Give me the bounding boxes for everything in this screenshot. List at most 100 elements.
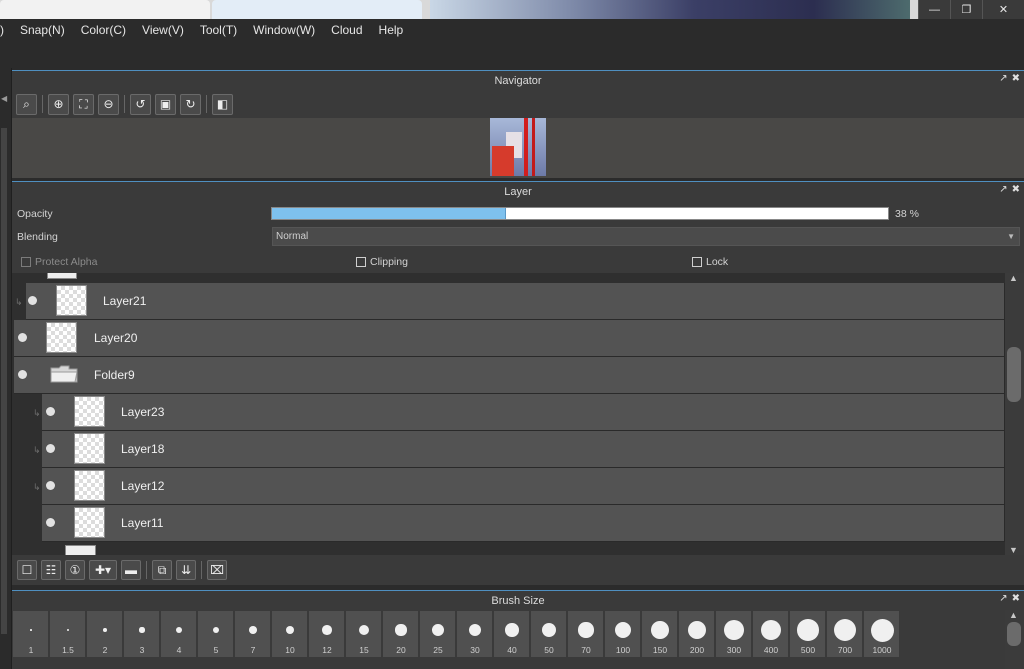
visibility-icon[interactable] [46, 481, 55, 490]
brush-size-label: 25 [433, 645, 443, 655]
layer-row[interactable]: Layer18 [42, 431, 1005, 468]
scroll-thumb[interactable] [1007, 622, 1021, 646]
brush-size-cell[interactable]: 15 [346, 611, 382, 657]
restore-icon[interactable]: ❐ [950, 0, 982, 19]
brush-size-cell[interactable]: 100 [605, 611, 641, 657]
undock-icon[interactable]: ↗ [999, 184, 1007, 195]
lock-label: Lock [706, 256, 729, 268]
brush-size-cell[interactable]: 150 [642, 611, 678, 657]
new-folder-icon[interactable]: ▬ [121, 560, 141, 580]
visibility-icon[interactable] [46, 518, 55, 527]
opacity-slider[interactable] [271, 207, 889, 220]
canvas-thumbnail[interactable] [490, 118, 546, 176]
layer-row[interactable]: Layer23 [42, 394, 1005, 431]
fit-window-icon[interactable]: ⛶ [73, 93, 94, 115]
menu-tool[interactable]: Tool(T) [192, 23, 245, 37]
brush-scrollbar[interactable]: ▲ [1005, 610, 1024, 669]
rotate-right-icon[interactable]: ↻ [180, 93, 201, 115]
scroll-down-icon[interactable]: ▼ [1009, 545, 1018, 555]
brush-size-cell[interactable]: 400 [753, 611, 789, 657]
layer-row[interactable]: Layer12 [42, 468, 1005, 505]
add-layer-menu-icon[interactable]: ✚▾ [89, 560, 117, 580]
brush-size-dot [614, 621, 632, 639]
brush-size-cell[interactable]: 3 [124, 611, 160, 657]
flip-horizontal-icon[interactable]: ◧ [212, 93, 233, 115]
visibility-icon[interactable] [18, 333, 27, 342]
collapse-arrow-icon[interactable]: ◀ [1, 94, 8, 104]
menu-color[interactable]: Color(C) [73, 23, 134, 37]
navigator-toolbar: ⌕ ⊕ ⛶ ⊖ ↺ ▣ ↻ ◧ [12, 90, 1024, 118]
layer-row[interactable]: Layer20 [14, 320, 1005, 357]
visibility-icon[interactable] [18, 370, 27, 379]
undock-icon[interactable]: ↗ [999, 73, 1007, 84]
layer-toolbar: ☐ ☷ ① ✚▾ ▬ ⧉ ⇊ ⌧ [12, 555, 1024, 585]
navigator-preview[interactable] [12, 118, 1024, 178]
protect-alpha-label: Protect Alpha [35, 256, 98, 268]
brush-size-cell[interactable]: 1.5 [50, 611, 86, 657]
brush-size-label: 500 [800, 645, 816, 655]
layer-row[interactable]: Layer11 [42, 505, 1005, 542]
brush-size-cell[interactable]: 5 [198, 611, 234, 657]
brush-size-cell[interactable]: 700 [827, 611, 863, 657]
undock-icon[interactable]: ↗ [999, 593, 1007, 604]
brush-size-cell[interactable]: 70 [568, 611, 604, 657]
brush-size-cell[interactable]: 2 [87, 611, 123, 657]
new-layer-icon[interactable]: ☐ [17, 560, 37, 580]
brush-size-cell[interactable]: 500 [790, 611, 826, 657]
brush-size-cell[interactable]: 7 [235, 611, 271, 657]
menu-window[interactable]: Window(W) [245, 23, 323, 37]
close-panel-icon[interactable]: ✖ [1012, 184, 1020, 195]
clipping-checkbox[interactable]: Clipping [356, 256, 408, 268]
visibility-icon[interactable] [46, 407, 55, 416]
new-halftone-layer-icon[interactable]: ☷ [41, 560, 61, 580]
scroll-up-icon[interactable]: ▲ [1009, 273, 1018, 283]
menu-view[interactable]: View(V) [134, 23, 192, 37]
brush-size-dot [833, 618, 857, 642]
close-icon[interactable]: ✕ [982, 0, 1024, 19]
layer-list-scrollbar[interactable]: ▲ ▼ [1005, 273, 1024, 555]
visibility-icon[interactable] [46, 444, 55, 453]
menu-cloud[interactable]: Cloud [323, 23, 370, 37]
brush-size-cell[interactable]: 50 [531, 611, 567, 657]
brush-size-cell[interactable]: 12 [309, 611, 345, 657]
scroll-up-icon[interactable]: ▲ [1009, 610, 1018, 620]
brush-size-cell[interactable]: 4 [161, 611, 197, 657]
chevron-down-icon: ▼ [1007, 232, 1015, 241]
close-panel-icon[interactable]: ✖ [1012, 593, 1020, 604]
menu-snap[interactable]: Snap(N) [12, 23, 73, 37]
fit-canvas-icon[interactable]: ▣ [155, 93, 176, 115]
brush-size-dot [30, 629, 32, 631]
brush-size-cell[interactable]: 10 [272, 611, 308, 657]
zoom-in-icon[interactable]: ⊕ [48, 93, 69, 115]
zoom-out-icon[interactable]: ⊖ [98, 93, 119, 115]
brush-size-dot [870, 618, 894, 642]
menu-item-cutoff[interactable]: ) [0, 23, 12, 37]
brush-size-label: 100 [615, 645, 631, 655]
brush-size-cell[interactable]: 200 [679, 611, 715, 657]
menu-help[interactable]: Help [371, 23, 412, 37]
delete-layer-icon[interactable]: ⌧ [207, 560, 227, 580]
lock-checkbox[interactable]: Lock [692, 256, 728, 268]
merge-down-icon[interactable]: ⇊ [176, 560, 196, 580]
layer-row[interactable]: Layer21 [26, 283, 1005, 320]
brush-size-cell[interactable]: 40 [494, 611, 530, 657]
brush-size-cell[interactable]: 1000 [864, 611, 900, 657]
minimize-icon[interactable]: — [918, 0, 950, 19]
folder-row[interactable]: Folder9 [14, 357, 1005, 394]
brush-size-cell[interactable]: 20 [383, 611, 419, 657]
close-panel-icon[interactable]: ✖ [1012, 73, 1020, 84]
layer-list[interactable]: Layer21 ↳ Layer20 Folder9 Layer23 ↳ Laye… [12, 273, 1005, 555]
brush-size-cell[interactable]: 300 [716, 611, 752, 657]
zoom-actual-icon[interactable]: ⌕ [16, 93, 37, 115]
duplicate-layer-icon[interactable]: ⧉ [152, 560, 172, 580]
blending-select[interactable]: Normal ▼ [272, 227, 1020, 246]
visibility-icon[interactable] [28, 296, 37, 305]
scroll-thumb[interactable] [1007, 347, 1021, 402]
brush-size-cell[interactable]: 30 [457, 611, 493, 657]
protect-alpha-checkbox[interactable]: Protect Alpha [21, 256, 97, 268]
new-8bit-layer-icon[interactable]: ① [65, 560, 85, 580]
brush-size-cell[interactable]: 25 [420, 611, 456, 657]
brush-size-dot [468, 623, 482, 637]
brush-size-cell[interactable]: 1 [13, 611, 49, 657]
rotate-left-icon[interactable]: ↺ [130, 93, 151, 115]
